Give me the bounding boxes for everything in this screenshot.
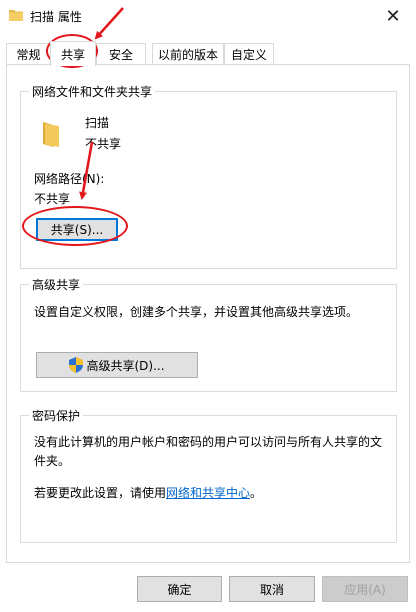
ok-button[interactable]: 确定: [137, 576, 222, 602]
close-icon: ✕: [385, 5, 401, 27]
title-bar: 扫描 属性 ✕: [0, 0, 416, 32]
network-sharing-center-link[interactable]: 网络和共享中心: [166, 486, 250, 500]
folder-share-status: 不共享: [85, 137, 122, 151]
group-label: 网络文件和文件夹共享: [29, 83, 156, 100]
tab-previous-versions[interactable]: 以前的版本: [152, 43, 224, 65]
group-label: 高级共享: [29, 276, 84, 293]
tab-sharing[interactable]: 共享: [50, 41, 96, 66]
tab-security[interactable]: 安全: [96, 43, 146, 65]
change-settings-text: 若要更改此设置，请使用网络和共享中心。: [34, 486, 263, 500]
password-protection-description: 没有此计算机的用户帐户和密码的用户可以访问与所有人共享的文件夹。: [34, 435, 383, 468]
cancel-button[interactable]: 取消: [229, 576, 315, 602]
tab-strip: 常规 共享 安全 以前的版本 自定义: [6, 41, 410, 66]
apply-button[interactable]: 应用(A): [322, 576, 408, 602]
tab-customize[interactable]: 自定义: [224, 43, 274, 65]
folder-icon: [43, 122, 59, 147]
advanced-sharing-group: 高级共享 设置自定义权限，创建多个共享，并设置其他高级共享选项。 高级共享(D)…: [20, 276, 397, 392]
tab-general[interactable]: 常规: [6, 43, 51, 65]
uac-shield-icon: [69, 357, 84, 373]
folder-name: 扫描: [85, 116, 110, 130]
advanced-sharing-button[interactable]: 高级共享(D)...: [36, 352, 198, 378]
window-title: 扫描 属性: [30, 10, 82, 24]
network-sharing-group: 网络文件和文件夹共享 扫描 不共享 网络路径(N): 不共享 共享(S)...: [20, 83, 397, 269]
folder-icon: [9, 10, 23, 21]
share-button[interactable]: 共享(S)...: [36, 218, 118, 241]
tab-panel: 网络文件和文件夹共享 扫描 不共享 网络路径(N): 不共享 共享(S)... …: [6, 64, 410, 563]
group-label: 密码保护: [29, 407, 84, 424]
password-protection-group: 密码保护 没有此计算机的用户帐户和密码的用户可以访问与所有人共享的文件夹。 若要…: [20, 407, 397, 543]
advanced-sharing-description: 设置自定义权限，创建多个共享，并设置其他高级共享选项。: [34, 305, 359, 319]
close-button[interactable]: ✕: [370, 0, 416, 32]
network-path-label: 网络路径(N):: [34, 172, 105, 186]
network-path-value: 不共享: [34, 192, 71, 206]
